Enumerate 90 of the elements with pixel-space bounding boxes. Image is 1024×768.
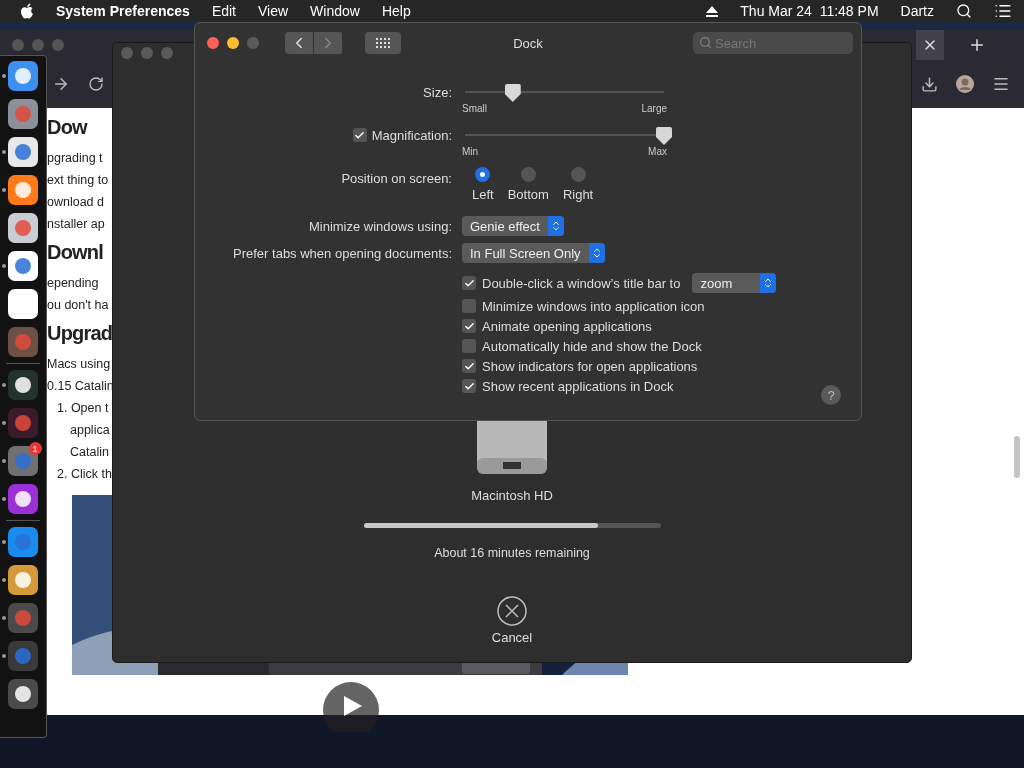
app-icon[interactable]	[7, 212, 39, 244]
field-label: Position on screen:	[341, 170, 452, 186]
field-label: Minimize windows using:	[308, 218, 452, 234]
menu-item[interactable]: Window	[310, 3, 360, 19]
status-text: About 16 minutes remaining	[434, 546, 590, 560]
app-icon[interactable]	[7, 136, 39, 168]
search-icon	[699, 36, 712, 49]
back-button[interactable]	[285, 32, 313, 54]
avatar-icon[interactable]	[956, 75, 974, 93]
app-icon[interactable]	[7, 250, 39, 282]
checkbox[interactable]	[462, 359, 476, 373]
menu-item[interactable]: Edit	[211, 3, 236, 19]
window-title: Dock	[513, 35, 543, 51]
page-text: 1. Open t	[57, 401, 109, 415]
checkbox-label: Minimize windows into application icon	[482, 298, 705, 314]
radio-label: Right	[562, 187, 594, 202]
slider-thumb[interactable]	[504, 84, 521, 102]
apple-icon[interactable]	[20, 3, 34, 19]
menu-icon[interactable]	[992, 75, 1010, 93]
radio-button[interactable]	[520, 167, 536, 182]
cancel-button[interactable]: Cancel	[491, 596, 533, 645]
tick-label: Small	[462, 103, 487, 114]
checkbox[interactable]	[462, 276, 476, 290]
page-heading: Downl	[47, 241, 103, 264]
cancel-icon	[497, 596, 527, 626]
app-menu[interactable]: System Preferences	[56, 3, 190, 19]
page-text: 2. Click th	[57, 467, 112, 481]
radio-button[interactable]	[570, 167, 586, 182]
minimize-light[interactable]	[227, 37, 239, 49]
field-label: Size:	[423, 84, 452, 100]
page-text: ou don't ha	[47, 298, 109, 312]
slider-thumb[interactable]	[656, 127, 672, 145]
field-label: Prefer tabs when opening documents:	[233, 245, 452, 261]
checkbox[interactable]	[352, 128, 367, 142]
app-icon[interactable]	[7, 678, 39, 710]
grid-icon	[376, 38, 390, 48]
show-all-button[interactable]	[365, 32, 401, 54]
popup-button[interactable]: zoom	[692, 273, 777, 293]
eject-icon[interactable]	[706, 5, 719, 17]
page-text: ext thing to	[47, 173, 109, 187]
search-icon[interactable]	[956, 3, 972, 19]
checkbox[interactable]	[462, 319, 476, 333]
checkbox-label: Double-click a window’s title bar to	[482, 275, 681, 291]
page-heading: Upgrad	[47, 322, 113, 345]
app-icon[interactable]	[7, 174, 39, 206]
plus-icon[interactable]	[968, 36, 986, 54]
app-icon[interactable]	[7, 483, 39, 515]
page-text: pgrading t	[47, 151, 103, 165]
page-text: nstaller ap	[47, 217, 105, 231]
close-light[interactable]	[207, 37, 219, 49]
checkbox-label: Animate opening applications	[482, 318, 652, 334]
app-icon[interactable]	[7, 60, 39, 92]
checkbox[interactable]	[462, 379, 476, 393]
app-icon[interactable]	[7, 98, 39, 130]
checkbox-label: Show recent applications in Dock	[482, 378, 674, 394]
page-text: Catalin	[70, 445, 109, 459]
list-icon[interactable]	[994, 2, 1012, 20]
user-name[interactable]: Dartz	[900, 3, 934, 19]
page-text: ownload d	[47, 195, 104, 209]
reload-icon[interactable]	[88, 76, 104, 92]
tick-label: Large	[641, 103, 667, 114]
forward-icon[interactable]	[52, 75, 70, 93]
page-heading: Dow	[47, 116, 87, 139]
popup-button[interactable]: In Full Screen Only	[462, 243, 605, 263]
app-icon[interactable]	[7, 288, 39, 320]
browser-tab[interactable]	[916, 30, 944, 60]
page-text: applica	[70, 423, 110, 437]
radio-button[interactable]	[475, 167, 491, 182]
app-icon[interactable]	[7, 369, 39, 401]
clock[interactable]: Thu Mar 24 11:48 PM	[740, 3, 879, 19]
radio-label: Bottom	[507, 187, 549, 202]
checkbox[interactable]	[462, 299, 476, 313]
help-button[interactable]: ?	[821, 385, 841, 405]
download-icon[interactable]	[921, 75, 938, 93]
tick-label: Max	[648, 146, 667, 157]
checkbox-label: Magnification:	[371, 127, 452, 143]
disk-label: Macintosh HD	[471, 488, 553, 503]
menu-item[interactable]: View	[258, 3, 289, 19]
app-icon[interactable]	[7, 564, 39, 596]
scrollbar-thumb[interactable]	[1014, 436, 1020, 478]
play-icon[interactable]	[323, 682, 379, 732]
page-text: epending	[47, 276, 99, 290]
checkbox-label: Automatically hide and show the Dock	[482, 338, 702, 354]
page-text: Macs using	[47, 357, 111, 371]
checkbox-label: Show indicators for open applications	[482, 358, 698, 374]
popup-button[interactable]: Genie effect	[462, 216, 564, 236]
checkbox[interactable]	[462, 339, 476, 353]
menu-item[interactable]: Help	[381, 3, 411, 19]
radio-label: Left	[472, 187, 494, 202]
tick-label: Min	[462, 146, 479, 157]
